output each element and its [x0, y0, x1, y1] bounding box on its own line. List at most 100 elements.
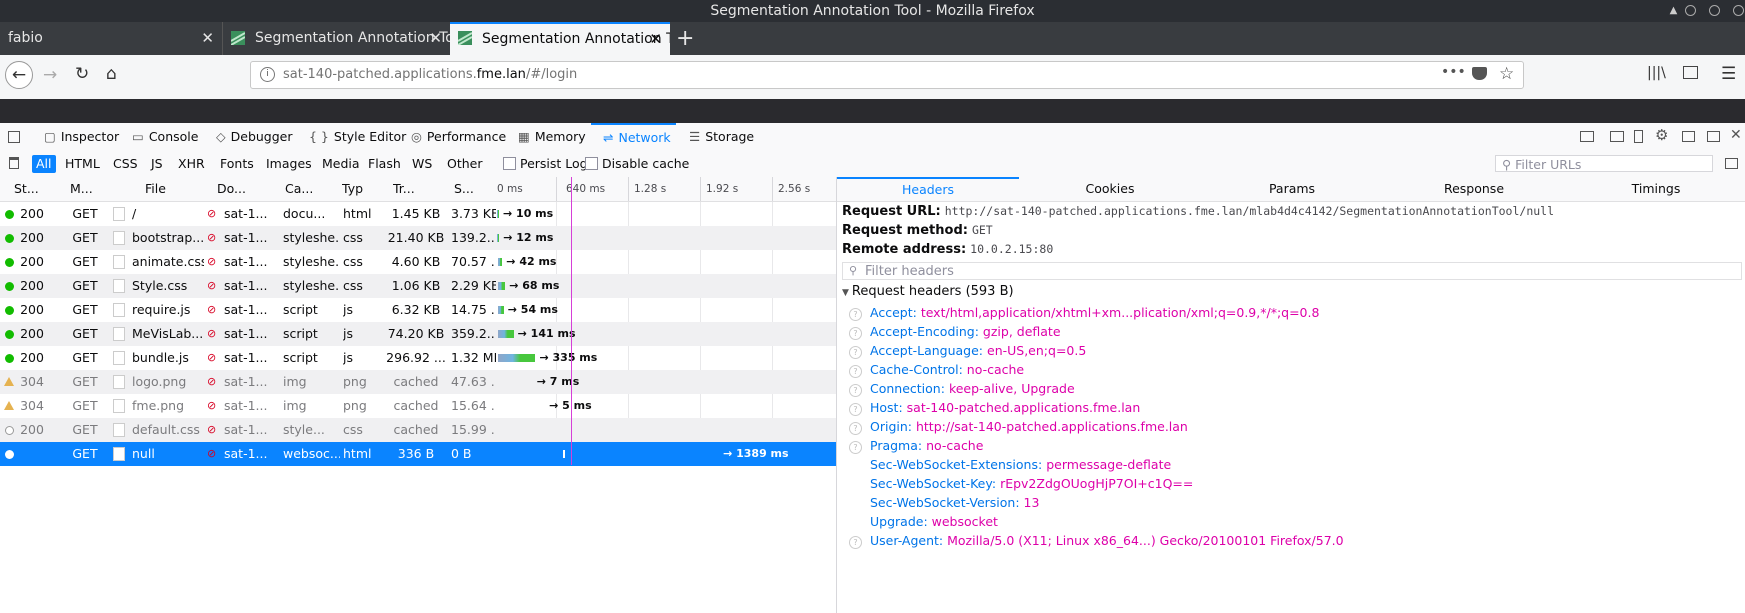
- request-row[interactable]: 200 GET default.css ⊘ sat-1... style... css cac…: [0, 418, 836, 442]
- filter-flash[interactable]: Flash: [364, 155, 405, 173]
- page-actions-icon[interactable]: •••: [1441, 64, 1466, 80]
- request-row[interactable]: 200 GET Style.css ⊘ sat-1... styleshe...css 1.…: [0, 274, 836, 298]
- site-info-icon[interactable]: i: [260, 67, 275, 82]
- filter-ws[interactable]: WS: [408, 155, 436, 173]
- col-size[interactable]: S...: [454, 177, 484, 201]
- request-url-value[interactable]: http://sat-140-patched.applications.fme.…: [945, 204, 1554, 218]
- tab-cookies[interactable]: Cookies: [1019, 177, 1201, 201]
- header-row[interactable]: Connection: keep-alive, Upgrade: [870, 381, 1075, 396]
- home-icon[interactable]: ⌂: [106, 64, 117, 84]
- request-row[interactable]: 200 GET bundle.js ⊘ sat-1... script js 296.92 .…: [0, 346, 836, 370]
- menu-icon[interactable]: ☰: [1721, 64, 1736, 84]
- sidebar-icon[interactable]: [1683, 66, 1698, 79]
- filter-fonts[interactable]: Fonts: [216, 155, 258, 173]
- screenshot-icon[interactable]: [1610, 131, 1624, 142]
- dock-side-icon[interactable]: [1682, 131, 1695, 142]
- request-row[interactable]: 200 GET MeVisLab.... ⊘ sat-1... script js 74.20…: [0, 322, 836, 346]
- header-help-icon[interactable]: ?: [849, 441, 862, 454]
- filter-xhr[interactable]: XHR: [174, 155, 209, 173]
- header-row[interactable]: Accept-Language: en-US,en;q=0.5: [870, 343, 1086, 358]
- close-window-button[interactable]: [1733, 5, 1744, 16]
- window-button-1[interactable]: [1685, 5, 1696, 16]
- toggle-details-icon[interactable]: [1725, 158, 1738, 169]
- responsive-layout-icon[interactable]: [1580, 131, 1594, 142]
- filter-css[interactable]: CSS: [109, 155, 142, 173]
- dock-window-icon[interactable]: [1707, 131, 1720, 142]
- tab-network[interactable]: ⇌ Network: [591, 123, 676, 151]
- tab-params[interactable]: Params: [1201, 177, 1383, 201]
- forward-button-icon[interactable]: →: [43, 65, 57, 85]
- col-status[interactable]: St...: [14, 177, 54, 201]
- tab-response[interactable]: Response: [1383, 177, 1565, 201]
- col-cause[interactable]: Ca...: [285, 177, 325, 201]
- new-tab-icon[interactable]: +: [676, 22, 694, 55]
- header-help-icon[interactable]: ?: [849, 346, 862, 359]
- request-row[interactable]: 200 GET animate.css⊘ sat-1... styleshe...css…: [0, 250, 836, 274]
- tab-style-editor[interactable]: { } Style Editor: [309, 123, 406, 151]
- col-type[interactable]: Typ: [342, 177, 367, 201]
- url-text[interactable]: sat-140-patched.applications.fme.lan/#/l…: [283, 62, 577, 88]
- header-row[interactable]: Origin: http://sat-140-patched.applicati…: [870, 419, 1188, 434]
- header-help-icon[interactable]: ?: [849, 536, 862, 549]
- element-picker-icon[interactable]: [8, 131, 20, 143]
- persist-logs-checkbox[interactable]: [503, 157, 516, 170]
- header-row[interactable]: Sec-WebSocket-Key: rEpv2ZdgOUogHjP7OI+c1…: [870, 476, 1193, 491]
- col-transferred[interactable]: Tr...: [393, 177, 433, 201]
- tab-headers[interactable]: Headers: [837, 177, 1019, 203]
- filter-images[interactable]: Images: [262, 155, 316, 173]
- close-devtools-icon[interactable]: ✕: [1730, 127, 1742, 143]
- header-help-icon[interactable]: ?: [849, 327, 862, 340]
- header-help-icon[interactable]: ?: [849, 422, 862, 435]
- back-button-icon[interactable]: ←: [5, 61, 33, 89]
- tab-inspector[interactable]: ▢ Inspector: [44, 123, 119, 151]
- request-row[interactable]: 200 GET require.js ⊘ sat-1... script js 6.32 KB…: [0, 298, 836, 322]
- request-row[interactable]: GET null ⊘ sat-1... websoc... html 336 B 0 B → 1…: [0, 442, 836, 466]
- tab-memory[interactable]: ▦ Memory: [518, 123, 586, 151]
- tab-close-icon[interactable]: ✕: [429, 22, 442, 55]
- responsive-design-icon[interactable]: [1634, 130, 1643, 143]
- reload-icon[interactable]: ↻: [75, 64, 89, 84]
- tab-storage[interactable]: ☰ Storage: [689, 123, 754, 151]
- col-file[interactable]: File: [145, 177, 185, 201]
- clear-trash-icon[interactable]: [9, 157, 19, 169]
- request-headers-section[interactable]: ▼ Request headers (593 B): [842, 284, 1014, 299]
- window-button-2[interactable]: [1709, 5, 1720, 16]
- tab-console[interactable]: ▭ Console: [132, 123, 198, 151]
- pocket-icon[interactable]: [1472, 67, 1487, 80]
- request-row[interactable]: 304 GET fme.png ⊘ sat-1... img png cached 15.64 …: [0, 394, 836, 418]
- header-row[interactable]: Sec-WebSocket-Version: 13: [870, 495, 1039, 510]
- header-row[interactable]: User-Agent: Mozilla/5.0 (X11; Linux x86_…: [870, 533, 1344, 548]
- filter-urls-input[interactable]: ⚲ Filter URLs: [1495, 155, 1713, 172]
- header-help-icon[interactable]: ?: [849, 365, 862, 378]
- filter-other[interactable]: Other: [443, 155, 487, 173]
- tab-debugger[interactable]: ◇ Debugger: [216, 123, 293, 151]
- tab-performance[interactable]: ◎ Performance: [411, 123, 506, 151]
- header-row[interactable]: Accept-Encoding: gzip, deflate: [870, 324, 1061, 339]
- col-domain[interactable]: Do...: [217, 177, 257, 201]
- tab-close-icon[interactable]: ✕: [649, 24, 662, 54]
- filter-all[interactable]: All: [32, 155, 56, 173]
- tab-timings[interactable]: Timings: [1565, 177, 1745, 201]
- header-help-icon[interactable]: ?: [849, 308, 862, 321]
- url-bar[interactable]: i sat-140-patched.applications.fme.lan/#…: [250, 61, 1524, 89]
- filter-js[interactable]: JS: [147, 155, 167, 173]
- header-row[interactable]: Upgrade: websocket: [870, 514, 998, 529]
- filter-media[interactable]: Media: [318, 155, 364, 173]
- header-row[interactable]: Cache-Control: no-cache: [870, 362, 1024, 377]
- request-row[interactable]: 304 GET logo.png ⊘ sat-1... img png cached 47.63…: [0, 370, 836, 394]
- browser-tab-fabio[interactable]: fabio ✕: [0, 22, 222, 55]
- bookmark-star-icon[interactable]: ☆: [1499, 64, 1514, 84]
- library-icon[interactable]: |||\: [1647, 65, 1666, 81]
- request-row[interactable]: 200 GET bootstrap....⊘ sat-1... styleshe...c…: [0, 226, 836, 250]
- filter-headers-input[interactable]: Filter headers: [842, 262, 1742, 280]
- header-row[interactable]: Host: sat-140-patched.applications.fme.l…: [870, 400, 1140, 415]
- header-help-icon[interactable]: ?: [849, 403, 862, 416]
- devtools-settings-icon[interactable]: ⚙: [1655, 126, 1668, 144]
- browser-tab-sat-1[interactable]: Segmentation Annotation To ✕: [222, 22, 450, 55]
- header-row[interactable]: Pragma: no-cache: [870, 438, 983, 453]
- tab-close-icon[interactable]: ✕: [201, 22, 214, 55]
- browser-tab-active[interactable]: Segmentation Annotation To ✕: [450, 22, 670, 55]
- header-row[interactable]: Accept: text/html,application/xhtml+xm..…: [870, 305, 1319, 320]
- disable-cache-checkbox[interactable]: [585, 157, 598, 170]
- request-row[interactable]: 200 GET / ⊘ sat-1... docu... html 1.45 KB 3.73 K…: [0, 202, 836, 226]
